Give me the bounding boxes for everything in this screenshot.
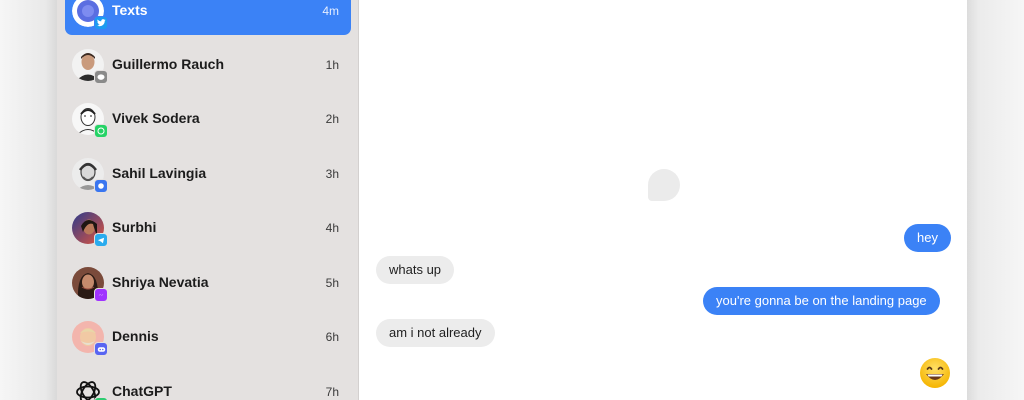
grinning-face-emoji[interactable] [919,357,951,389]
thread-name: Surbhi [112,219,157,235]
imessage-icon [94,70,108,84]
thread-time: 7h [325,385,339,399]
thread-time: 2h [325,112,339,126]
thread-time: 3h [325,167,339,181]
thread-item-surbhi[interactable]: Surbhi 4h [65,204,351,252]
thread-item-chatgpt[interactable]: ChatGPT 7h [65,368,351,400]
thread-time: 1h [325,58,339,72]
thread-name: Guillermo Rauch [112,56,225,72]
whatsapp-icon [94,124,108,138]
avatar [72,212,108,247]
messenger-icon [94,288,108,302]
thread-item-shriya-nevatia[interactable]: Shriya Nevatia 5h [65,259,351,307]
thread-name: Texts [112,2,148,18]
avatar [72,321,108,356]
message-bubble-outgoing[interactable]: hey [904,224,951,252]
thread-name: Vivek Sodera [112,110,200,126]
thread-item-sahil-lavingia[interactable]: Sahil Lavingia 3h [65,150,351,198]
avatar [72,158,108,193]
signal-icon [94,179,108,193]
app-window: Texts 4m Guillermo Rauch 1h Vivek Sodera… [57,0,967,400]
twitter-icon [94,16,108,30]
avatar [72,49,108,84]
telegram-icon [94,233,108,247]
avatar [72,376,108,400]
avatar [72,0,108,30]
thread-item-vivek-sodera[interactable]: Vivek Sodera 2h [65,95,351,143]
desktop-background-left [0,0,57,400]
avatar [72,267,108,302]
thread-item-guillermo-rauch[interactable]: Guillermo Rauch 1h [65,41,351,89]
message-bubble-outgoing[interactable]: you're gonna be on the landing page [703,287,940,315]
thread-name: Shriya Nevatia [112,274,209,290]
thread-name: ChatGPT [112,383,172,399]
thread-name: Dennis [112,328,159,344]
typing-indicator [648,169,680,201]
thread-name: Sahil Lavingia [112,165,207,181]
message-bubble-incoming[interactable]: whats up [376,256,455,284]
thread-item-texts[interactable]: Texts 4m [65,0,351,35]
thread-item-dennis[interactable]: Dennis 6h [65,313,351,361]
thread-time: 5h [325,276,339,290]
thread-list-sidebar[interactable]: Texts 4m Guillermo Rauch 1h Vivek Sodera… [57,0,359,400]
thread-time: 6h [325,330,339,344]
desktop-background-right [967,0,1024,400]
thread-time: 4m [322,4,339,18]
conversation-pane[interactable]: hey whats up you're gonna be on the land… [360,0,967,400]
discord-icon [94,342,108,356]
avatar [72,103,108,138]
message-bubble-incoming[interactable]: am i not already [376,319,495,347]
thread-time: 4h [325,221,339,235]
